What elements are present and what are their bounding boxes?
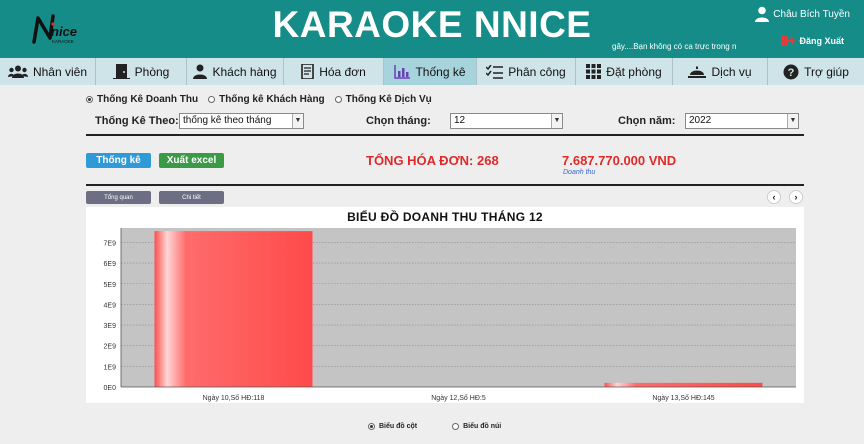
x-tick-label: Ngày 13,Số HĐ:145	[652, 393, 714, 402]
radio-thong-ke-doanh-thu[interactable]: Thống Kê Doanh Thu	[86, 94, 198, 105]
nav-label: Dịch vụ	[711, 64, 752, 79]
radio-indicator	[452, 423, 460, 430]
radio-label: Biểu đồ cột	[379, 423, 418, 430]
tab-detail[interactable]: Chi tiết	[159, 191, 224, 204]
radio-label: Thống kê Khách Hàng	[219, 94, 325, 105]
radio-indicator	[368, 423, 375, 430]
radio-indicator	[208, 96, 216, 103]
user-name: Châu Bích Tuyền	[773, 8, 850, 20]
logout-button[interactable]: Đăng Xuất	[781, 35, 844, 47]
customer-icon	[193, 64, 208, 79]
chevron-down-icon: ▼	[551, 114, 562, 128]
chevron-down-icon: ▼	[292, 114, 303, 128]
y-tick-label: 6E9	[104, 261, 117, 268]
nav-label: Phòng	[134, 64, 170, 79]
logout-label: Đăng Xuất	[799, 36, 844, 46]
y-tick-label: 2E9	[104, 344, 117, 351]
nav-label: Trợ giúp	[804, 64, 849, 79]
revenue-caption: Doanh thu	[563, 169, 596, 176]
nav-label: Đặt phòng	[606, 64, 662, 79]
nav-item-dich-vu[interactable]: Dịch vụ	[673, 58, 768, 85]
nav-label: Khách hàng	[212, 64, 277, 79]
nav-item-phan-cong[interactable]: Phân công	[477, 58, 576, 85]
revenue-total: 7.687.770.000 VND	[562, 153, 677, 168]
grid-icon	[586, 64, 602, 79]
nav-item-tro-giup[interactable]: ? Trợ giúp	[768, 58, 864, 85]
app-window: nice KARAOKE KARAOKE NNICE Châu Bích Tuy…	[0, 0, 864, 444]
next-page-button[interactable]: ›	[789, 190, 803, 204]
nav-item-hoa-don[interactable]: Hóa đơn	[284, 58, 384, 85]
radio-area-chart[interactable]: Biểu đồ núi	[452, 423, 501, 430]
month-value: 12	[454, 115, 466, 126]
y-tick-label: 3E9	[104, 323, 117, 330]
stats-by-value: thống kê theo tháng	[183, 115, 272, 126]
tab-overview[interactable]: Tổng quan	[86, 191, 151, 204]
y-tick-label: 7E9	[104, 240, 117, 247]
chart-canvas: 0E0 1E9 2E9 3E9 4E9 5E9 6E9 7E9 Ngày 10,Số HĐ:11…	[104, 228, 796, 402]
y-tick-label: 1E9	[104, 364, 117, 371]
invoice-icon	[301, 64, 315, 79]
nav-item-nhan-vien[interactable]: Nhân viên	[0, 58, 96, 85]
user-icon	[755, 6, 770, 22]
x-tick-label: Ngày 12,Số HĐ:5	[431, 393, 486, 402]
radio-bar-chart[interactable]: Biểu đồ cột	[368, 423, 417, 430]
nav-label: Nhân viên	[32, 64, 88, 79]
report-type-group: Thống Kê Doanh Thu Thống kê Khách Hàng T…	[86, 94, 432, 105]
logout-icon	[781, 36, 796, 46]
chevron-down-icon: ▼	[787, 114, 798, 128]
main-nav: Nhân viên Phòng Khách hàng Hóa đơn Thống…	[0, 58, 864, 85]
app-title: KARAOKE NNICE	[272, 4, 592, 45]
year-select[interactable]: 2022 ▼	[685, 113, 799, 129]
checklist-icon	[486, 64, 504, 79]
divider	[86, 184, 804, 186]
nav-label: Thống kê	[415, 64, 466, 79]
month-select[interactable]: 12 ▼	[450, 113, 563, 129]
nav-item-dat-phong[interactable]: Đặt phòng	[576, 58, 673, 85]
prev-page-button[interactable]: ‹	[767, 190, 781, 204]
y-tick-label: 4E9	[104, 302, 117, 309]
help-icon: ?	[783, 64, 799, 79]
month-label: Chọn tháng:	[366, 115, 431, 127]
radio-label: Biểu đồ núi	[463, 423, 502, 430]
user-info[interactable]: Châu Bích Tuyền	[755, 6, 850, 22]
nav-label: Phân công	[508, 64, 566, 79]
chart-bar	[604, 382, 763, 387]
bar-chart-icon	[394, 64, 411, 79]
stats-by-select[interactable]: thống kê theo tháng ▼	[179, 113, 304, 129]
nav-item-phong[interactable]: Phòng	[96, 58, 187, 85]
y-tick-label: 0E0	[104, 385, 117, 392]
chart-type-group: Biểu đồ cột Biểu đồ núi	[368, 423, 501, 430]
revenue-chart: BIỂU ĐỒ DOANH THU THÁNG 12 0E0 1E9 2E9 3E9 4…	[86, 207, 804, 403]
radio-thong-ke-khach-hang[interactable]: Thống kê Khách Hàng	[208, 94, 325, 105]
users-icon	[7, 65, 28, 78]
nav-item-thong-ke[interactable]: Thống kê	[384, 58, 477, 85]
stats-by-label: Thống Kê Theo:	[95, 115, 179, 127]
divider	[86, 134, 804, 136]
radio-indicator	[86, 96, 93, 103]
radio-label: Thống Kê Dịch Vụ	[345, 94, 432, 105]
chart-bar	[154, 231, 313, 387]
y-tick-label: 5E9	[104, 282, 117, 289]
app-header: nice KARAOKE KARAOKE NNICE Châu Bích Tuy…	[0, 0, 864, 58]
export-excel-button[interactable]: Xuất excel	[159, 153, 224, 168]
x-tick-label: Ngày 10,Số HĐ:118	[203, 393, 265, 402]
service-bell-icon	[688, 66, 707, 78]
year-value: 2022	[689, 115, 712, 126]
nav-label: Hóa đơn	[319, 64, 366, 79]
shift-notice: gây....Bạn không có ca trực trong n	[612, 42, 737, 51]
svg-text:?: ?	[788, 67, 795, 79]
door-icon	[112, 64, 130, 79]
radio-thong-ke-dich-vu[interactable]: Thống Kê Dịch Vụ	[334, 94, 432, 105]
radio-label: Thống Kê Doanh Thu	[97, 94, 199, 105]
radio-indicator	[334, 96, 342, 103]
nav-item-khach-hang[interactable]: Khách hàng	[187, 58, 284, 85]
total-bills: TỔNG HÓA ĐƠN: 268	[366, 153, 499, 168]
stats-button[interactable]: Thống kê	[86, 153, 151, 168]
year-label: Chọn năm:	[618, 115, 676, 127]
